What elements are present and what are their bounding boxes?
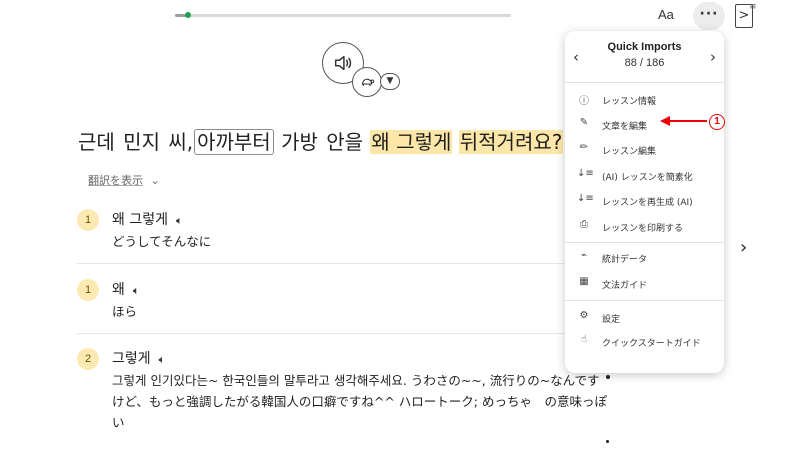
info-icon: ⓘ <box>579 96 589 107</box>
menu-divider <box>565 300 724 301</box>
menu-item-label: 設定 <box>602 315 621 325</box>
font-settings-button[interactable]: Aa <box>658 7 674 22</box>
printer-icon: ⎙ <box>580 219 588 230</box>
vocab-item[interactable]: 1 왜 그렇게 🔈︎ どうしてそんなに <box>77 209 607 259</box>
vocab-term: 그렇게 <box>112 351 151 367</box>
show-translation-label: 翻訳を表示 <box>88 174 143 187</box>
chevron-down-icon: ▼ <box>386 76 394 86</box>
vocab-term: 왜 <box>112 282 125 298</box>
vocab-definition: どうしてそんなに <box>112 234 212 249</box>
next-lesson-button[interactable]: › <box>710 48 716 66</box>
progress-handle[interactable] <box>185 12 191 18</box>
menu-item-label: (AI) レッスンを簡素化 <box>602 173 693 183</box>
menu-item-statistics[interactable]: ⌁ 統計データ <box>577 250 717 268</box>
more-options-menu: ‹ Quick Imports 88 / 186 › ⓘ レッスン情報 ✎ 文章… <box>565 31 724 373</box>
more-options-button[interactable]: ··· <box>693 2 725 30</box>
vocab-item[interactable]: 2 그렇게 🔈︎ 그렇게 인기있다는~ 한국인들의 말투라고 생각해주세요. うわ… <box>77 348 607 448</box>
menu-item-edit-lesson[interactable]: ✏ レッスン編集 <box>577 142 717 160</box>
menu-item-label: 文法ガイド <box>602 281 648 291</box>
menu-item-print-lesson[interactable]: ⎙ レッスンを印刷する <box>577 219 717 237</box>
panel-lines-icon: ≡ <box>749 2 757 12</box>
menu-item-quickstart-guide[interactable]: ☝ クイックスタートガイド <box>577 334 717 352</box>
sentence-phrase-highlighted[interactable]: 왜 그렇게 <box>370 130 453 154</box>
menu-item-label: レッスンを印刷する <box>602 224 684 234</box>
vocab-definition: ほら <box>112 304 138 319</box>
gear-icon: ⚙ <box>579 310 589 321</box>
scroll-mark <box>606 375 610 379</box>
menu-item-label: クイックスタートガイド <box>602 339 701 349</box>
next-sentence-button[interactable]: › <box>740 237 747 258</box>
level-badge: 2 <box>77 348 99 370</box>
sentence-word[interactable]: 민지 <box>122 130 161 154</box>
lesson-progress-bar[interactable] <box>175 14 511 17</box>
annotation-arrow <box>660 116 707 126</box>
hand-icon: ☝ <box>580 334 588 345</box>
menu-item-settings[interactable]: ⚙ 設定 <box>577 310 717 328</box>
level-badge: 1 <box>77 209 99 231</box>
pencil-alt-icon: ✏ <box>579 142 589 153</box>
menu-course-title: Quick Imports <box>607 41 682 53</box>
vocab-term: 왜 그렇게 <box>112 212 168 228</box>
chevron-down-icon: ⌄ <box>150 174 160 187</box>
turtle-icon <box>361 78 375 87</box>
menu-item-grammar-guide[interactable]: ▦ 文法ガイド <box>577 276 717 294</box>
divider <box>77 333 597 334</box>
sentence-word-highlighted[interactable]: 뒤적거려요? <box>458 130 564 154</box>
sentence-word[interactable]: 근데 <box>77 130 116 154</box>
menu-divider <box>565 242 724 243</box>
menu-divider <box>565 82 724 83</box>
sentence-word[interactable]: 안을 <box>325 130 364 154</box>
speaker-icon <box>334 55 352 71</box>
pencil-icon: ✎ <box>579 117 589 128</box>
menu-item-label: レッスン編集 <box>602 147 657 157</box>
menu-item-regenerate-ai[interactable]: ↓≡ レッスンを再生成 (AI) <box>577 193 717 211</box>
divider <box>77 263 597 264</box>
sentence-word-selected[interactable]: 아까부터 <box>194 129 274 155</box>
speed-options-button[interactable]: ▼ <box>380 73 400 90</box>
scroll-mark <box>606 440 609 443</box>
sentence-word[interactable]: 씨, <box>167 130 194 154</box>
vocab-item[interactable]: 1 왜 🔈︎ ほら <box>77 279 607 329</box>
grammar-book-icon: ▦ <box>579 276 589 287</box>
menu-lesson-count: 88 / 186 <box>624 57 665 69</box>
menu-item-label: 文章を編集 <box>602 122 648 132</box>
vocab-definition: 그렇게 인기있다는~ 한국인들의 말투라고 생각해주세요. うわさの~~, 流行… <box>112 373 607 430</box>
speaker-icon[interactable]: 🔈︎ <box>133 284 140 297</box>
sort-icon: ↓≡ <box>577 193 594 204</box>
annotation-number: 1 <box>709 114 725 130</box>
menu-item-label: 統計データ <box>602 255 648 265</box>
level-badge: 1 <box>77 279 99 301</box>
speaker-icon[interactable]: 🔈︎ <box>159 353 166 366</box>
menu-item-lesson-info[interactable]: ⓘ レッスン情報 <box>577 92 717 110</box>
sentence-word[interactable]: 가방 <box>280 130 319 154</box>
chart-icon: ⌁ <box>580 250 588 261</box>
show-translation-toggle[interactable]: 翻訳を表示 ⌄ <box>88 172 160 188</box>
menu-item-label: レッスン情報 <box>602 97 657 107</box>
speaker-icon[interactable]: 🔈︎ <box>176 214 183 227</box>
menu-item-label: レッスンを再生成 (AI) <box>602 198 693 208</box>
sort-icon: ↓≡ <box>577 168 594 179</box>
menu-item-simplify-ai[interactable]: ↓≡ (AI) レッスンを簡素化 <box>577 168 717 186</box>
lesson-sentence: 근데 민지 씨, 아까부터 가방 안을 왜 그렇게 뒤적거려요? <box>77 126 564 155</box>
playback-speed-button[interactable] <box>352 67 382 97</box>
